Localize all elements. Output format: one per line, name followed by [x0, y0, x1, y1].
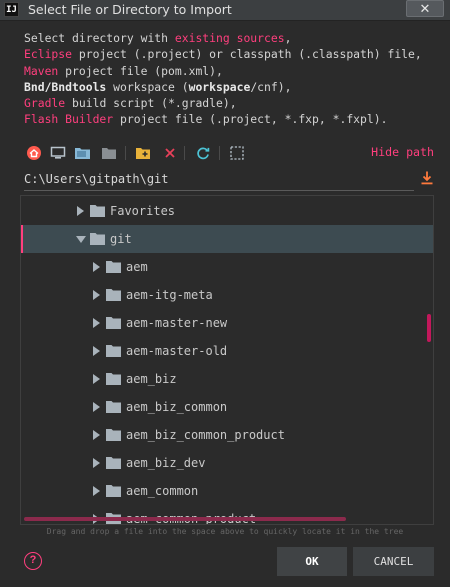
folder-icon — [90, 233, 105, 245]
folder-icon — [106, 317, 121, 329]
description-line: Maven project file (pom.xml), — [24, 63, 444, 79]
folder-icon — [106, 261, 121, 273]
path-field — [24, 168, 414, 191]
toolbar-separator — [125, 146, 126, 160]
toggle-hidden-icon[interactable] — [228, 144, 246, 162]
file-tree[interactable]: Favorites git aem aem-itg-meta aem-master-ne… — [20, 195, 434, 525]
tree-item-label: aem-master-old — [126, 344, 228, 358]
description-text: Gradle — [24, 96, 66, 111]
chevron-right-icon[interactable] — [93, 346, 100, 356]
description-text: Eclipse — [24, 47, 73, 62]
tree-item-label: aem — [126, 260, 148, 274]
refresh-icon[interactable] — [194, 144, 212, 162]
tree-item[interactable]: aem_common_product — [21, 505, 433, 524]
tree-item-label: aem-master-new — [126, 316, 228, 330]
description-text: project file (pom.xml), — [58, 63, 223, 78]
tree-item-label: git — [110, 232, 132, 246]
description-text: existing sources — [174, 31, 285, 45]
description-text: Select directory with — [24, 31, 175, 45]
folder-icon — [106, 373, 121, 385]
chevron-down-icon[interactable] — [76, 236, 86, 243]
horizontal-scrollbar-thumb[interactable] — [24, 517, 346, 521]
tree-item[interactable]: aem_biz_dev — [21, 449, 433, 477]
tree-item[interactable]: git — [21, 225, 433, 253]
dialog-title: Select File or Directory to Import — [28, 2, 232, 17]
description-text: Maven — [24, 63, 59, 78]
close-button[interactable]: ✕ — [406, 0, 444, 17]
tree-item[interactable]: aem_biz — [21, 365, 433, 393]
tree-item-label: aem_biz_dev — [126, 456, 206, 470]
delete-icon[interactable] — [161, 144, 179, 162]
description-text: project (.project) or classpath (.classp… — [72, 47, 422, 62]
desktop-icon[interactable] — [49, 144, 67, 162]
tree-item[interactable]: aem — [21, 253, 433, 281]
description-text: project file (.project, *.fxp, *.fxpl). — [113, 112, 388, 127]
home-icon[interactable] — [25, 144, 43, 162]
chevron-right-icon[interactable] — [93, 402, 100, 412]
help-icon[interactable]: ? — [24, 552, 42, 570]
new-folder-icon[interactable] — [134, 144, 152, 162]
description-text: Bnd/Bndtools — [24, 79, 107, 94]
chevron-right-icon[interactable] — [93, 374, 100, 384]
tree-item-label: aem_biz_common_product — [126, 428, 285, 442]
toolbar-separator — [219, 146, 220, 160]
tree-item-label: aem_biz — [126, 372, 177, 386]
ok-button[interactable]: OK — [277, 547, 347, 576]
description-text: workspace ( — [106, 79, 189, 94]
chevron-right-icon[interactable] — [93, 262, 100, 272]
tree-item[interactable]: aem-master-old — [21, 337, 433, 365]
drag-drop-hint: Drag and drop a file into the space abov… — [46, 527, 404, 536]
description-line: Select directory with existing sources, — [24, 30, 444, 46]
tree-item[interactable]: aem_biz_common — [21, 393, 433, 421]
tree-item[interactable]: Favorites — [21, 197, 433, 225]
description-text: , — [284, 31, 292, 45]
folder-icon — [90, 205, 105, 217]
description-text: Flash Builder — [24, 112, 114, 127]
chevron-right-icon[interactable] — [93, 430, 100, 440]
description-line: Gradle build script (*.gradle), — [24, 95, 444, 111]
tree-item[interactable]: aem-master-new — [21, 309, 433, 337]
folder-icon — [106, 485, 121, 497]
tree-item-label: aem_common — [126, 484, 199, 498]
module-folder-icon[interactable] — [100, 144, 118, 162]
chevron-right-icon[interactable] — [93, 486, 100, 496]
tree-item-label: aem-itg-meta — [126, 288, 213, 302]
tree-item[interactable]: aem_common — [21, 477, 433, 505]
chevron-right-icon[interactable] — [77, 206, 84, 216]
description-line: Eclipse project (.project) or classpath … — [24, 46, 444, 62]
description-text: build script (*.gradle), — [65, 96, 237, 111]
path-input[interactable] — [24, 168, 414, 189]
description-line: Bnd/Bndtools workspace (workspace/cnf), — [24, 79, 444, 95]
folder-icon — [106, 401, 121, 413]
tree-item[interactable]: aem_biz_common_product — [21, 421, 433, 449]
hide-path-link[interactable]: Hide path — [371, 145, 434, 159]
folder-icon — [106, 457, 121, 469]
chevron-right-icon[interactable] — [93, 290, 100, 300]
intellij-app-icon: IJ — [4, 2, 19, 17]
folder-icon — [106, 345, 121, 357]
tree-item-label: Favorites — [110, 204, 176, 218]
file-chooser-toolbar: Hide path — [24, 142, 440, 164]
description-text: workspace — [188, 79, 251, 94]
title-bar: IJ Select File or Directory to Import ✕ — [0, 0, 450, 21]
tree-item[interactable]: aem-itg-meta — [21, 281, 433, 309]
chevron-right-icon[interactable] — [93, 318, 100, 328]
folder-icon — [106, 429, 121, 441]
toolbar-separator — [184, 146, 185, 160]
folder-icon — [106, 289, 121, 301]
description-text: /cnf), — [250, 79, 292, 94]
import-description: Select directory with existing sources, E… — [24, 30, 444, 128]
description-line: Flash Builder project file (.project, *.… — [24, 111, 444, 127]
vertical-scrollbar-thumb[interactable] — [427, 314, 431, 342]
tree-item-label: aem_biz_common — [126, 400, 228, 414]
chevron-right-icon[interactable] — [93, 458, 100, 468]
cancel-button[interactable]: CANCEL — [353, 547, 434, 576]
download-icon[interactable] — [420, 170, 434, 186]
project-folder-icon[interactable] — [74, 144, 92, 162]
